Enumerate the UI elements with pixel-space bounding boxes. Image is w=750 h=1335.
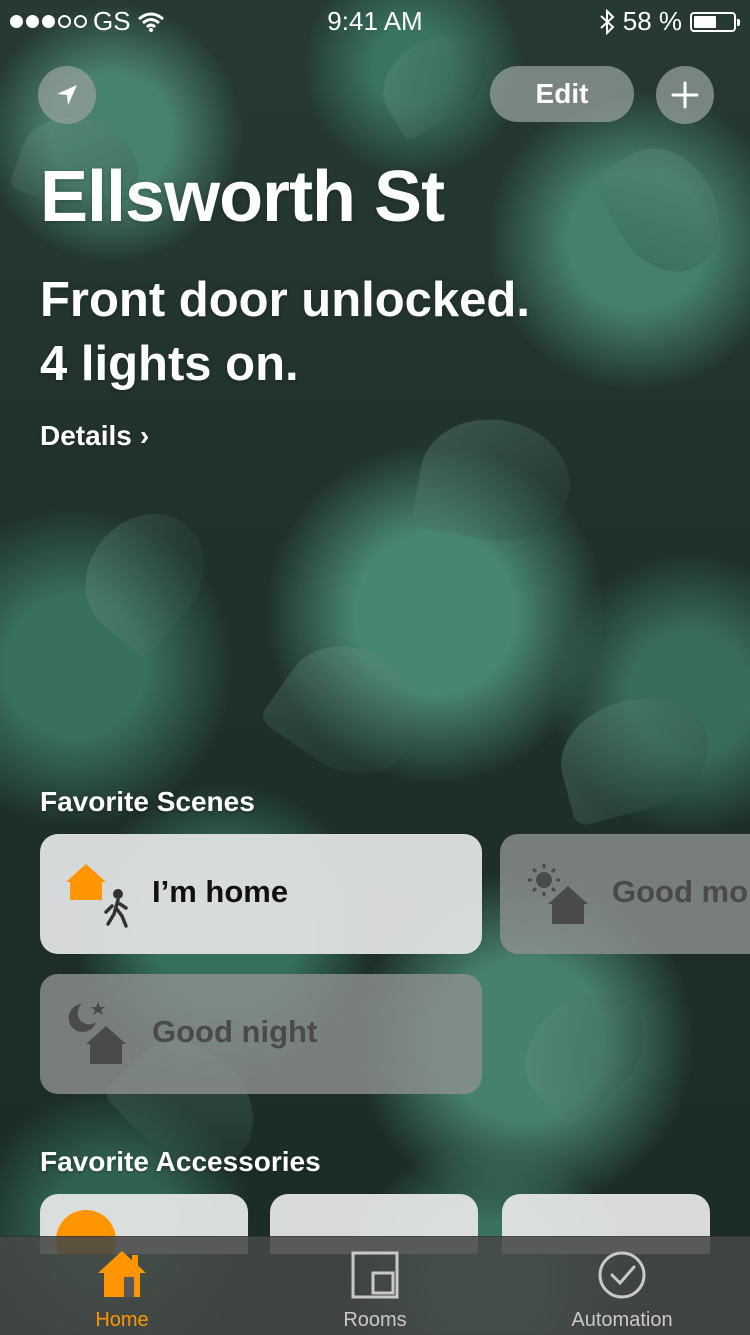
tab-label: Rooms	[343, 1309, 407, 1331]
tab-automation[interactable]: Automation	[522, 1237, 722, 1335]
home-title: Ellsworth St	[40, 157, 445, 237]
scene-im-home[interactable]: I’m home	[40, 834, 482, 954]
battery-fill	[694, 15, 717, 28]
details-link[interactable]: Details ›	[40, 420, 149, 452]
status-right: 58 %	[599, 6, 740, 37]
details-label: Details	[40, 420, 132, 451]
scene-good-morning[interactable]: Good mor	[500, 834, 750, 954]
tab-label: Home	[95, 1309, 149, 1331]
home-icon	[98, 1251, 146, 1297]
chevron-right-icon: ›	[139, 420, 150, 451]
scene-label: Good mor	[612, 874, 750, 909]
add-button[interactable]	[656, 66, 714, 124]
location-button[interactable]	[38, 66, 96, 124]
battery-percent: 58 %	[622, 6, 682, 36]
tab-label: Automation	[571, 1309, 673, 1331]
summary-line-1: Front door unlocked.	[40, 273, 530, 327]
battery-icon	[690, 11, 740, 32]
tab-bar: Home Rooms Automation	[0, 1236, 750, 1335]
tab-rooms[interactable]: Rooms	[275, 1237, 475, 1335]
rooms-icon	[351, 1251, 399, 1299]
location-arrow-icon	[57, 85, 77, 105]
moon-home-icon	[68, 1002, 126, 1064]
sun-home-icon	[528, 864, 588, 924]
favorite-scenes-title: Favorite Scenes	[40, 786, 255, 817]
favorite-accessories-title: Favorite Accessories	[40, 1146, 321, 1177]
scene-label: I’m home	[152, 874, 289, 909]
tab-home[interactable]: Home	[22, 1237, 222, 1335]
home-status-summary: Front door unlocked. 4 lights on.	[40, 268, 680, 396]
status-bar: GS 9:41 AM 58 %	[0, 0, 750, 40]
bluetooth-icon	[600, 8, 615, 35]
edit-button[interactable]: Edit	[490, 66, 634, 122]
plus-icon	[671, 81, 699, 109]
summary-line-2: 4 lights on.	[40, 337, 299, 391]
scene-label: Good night	[152, 1014, 318, 1049]
home-person-icon	[66, 864, 128, 928]
automation-clock-icon	[598, 1251, 646, 1299]
scene-good-night[interactable]: Good night	[40, 974, 482, 1094]
